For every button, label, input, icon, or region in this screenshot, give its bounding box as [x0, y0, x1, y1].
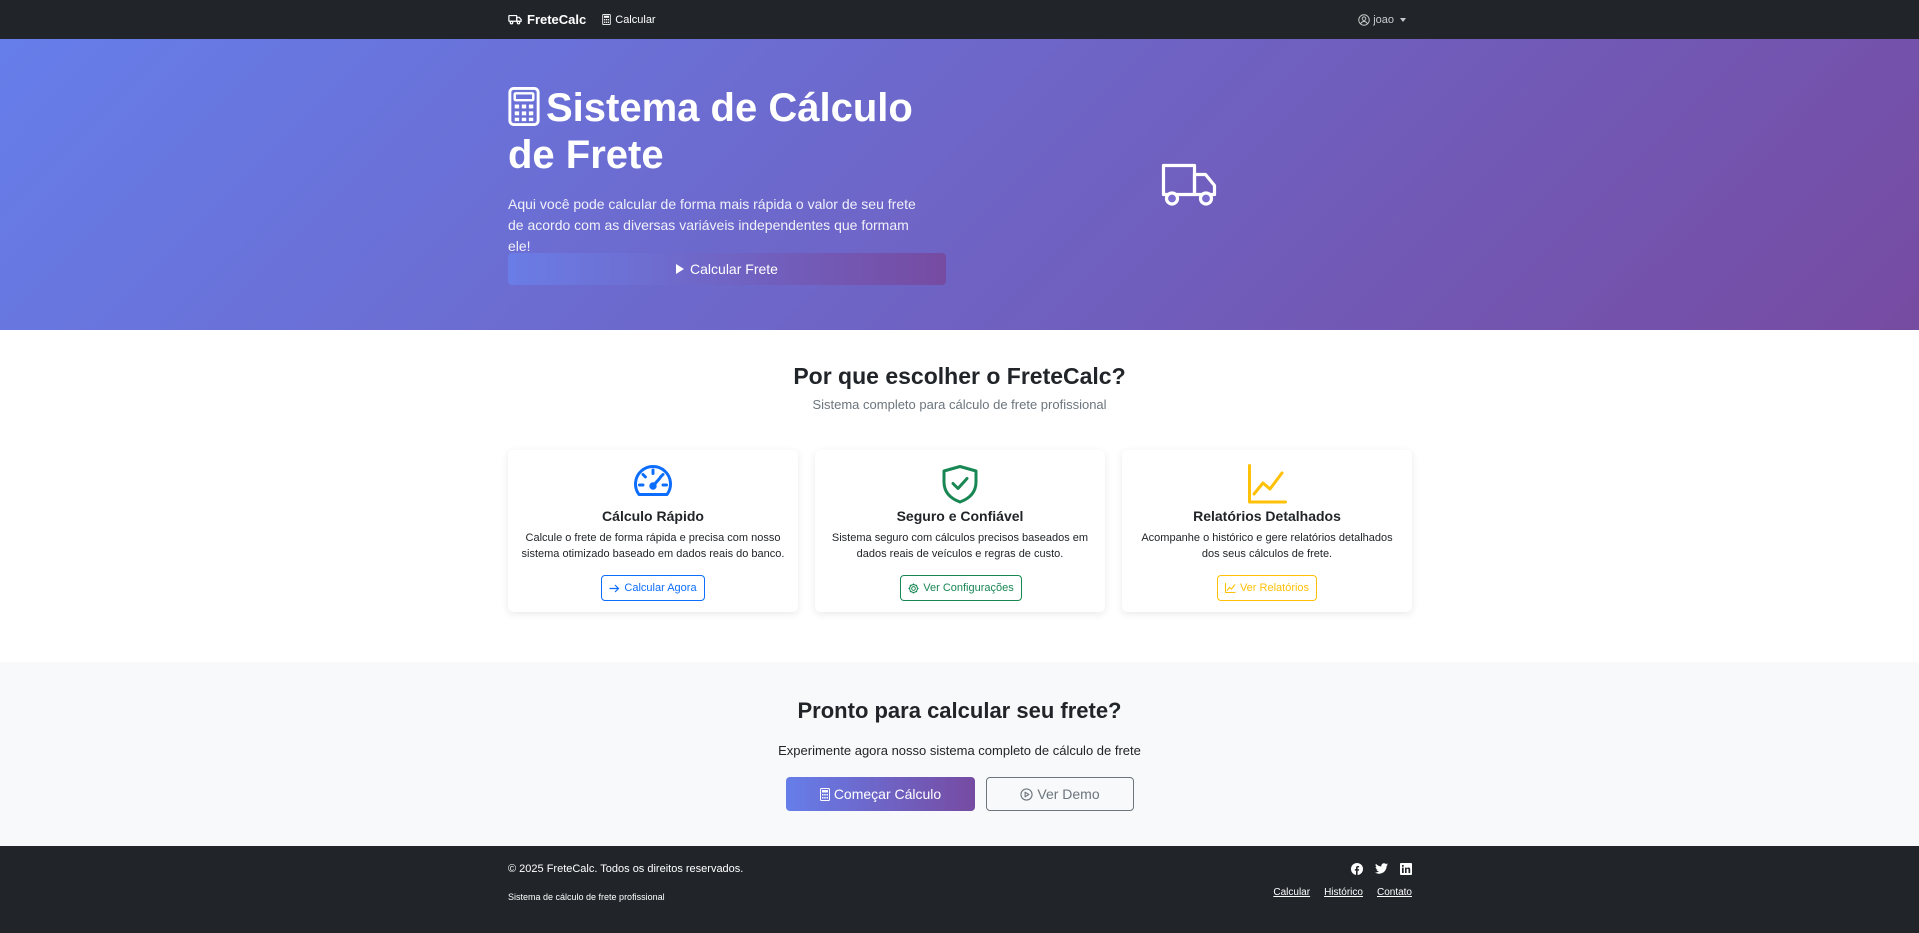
user-dropdown[interactable]: joao	[1358, 14, 1406, 26]
calculator-icon	[819, 787, 834, 801]
truck-icon	[1161, 163, 1219, 209]
feature-card-secure: Seguro e Confiável Sistema seguro com cá…	[815, 450, 1105, 612]
button-label: Ver Demo	[1037, 786, 1100, 802]
hero-section: Sistema de Cálculo de Frete Aqui você po…	[0, 39, 1919, 330]
features-section: Por que escolher o FreteCalc? Sistema co…	[0, 330, 1919, 662]
button-label: Começar Cálculo	[833, 786, 942, 802]
truck-icon	[508, 14, 527, 25]
username: joao	[1373, 13, 1394, 26]
ver-relatorios-button[interactable]: Ver Relatórios	[1217, 575, 1317, 601]
shield-check-icon	[940, 464, 980, 504]
nav-link-calcular[interactable]: Calcular	[602, 13, 656, 26]
calcular-agora-button[interactable]: Calcular Agora	[601, 575, 705, 601]
ver-configuracoes-button[interactable]: Ver Configurações	[900, 575, 1022, 601]
card-text: Calcule o frete de forma rápida e precis…	[521, 532, 785, 560]
footer-link-contato[interactable]: Contato	[1377, 887, 1412, 898]
brand-name: FreteCalc	[527, 12, 587, 27]
nav-link-label: Calcular	[615, 13, 656, 26]
social-links	[1339, 863, 1412, 875]
cta-section: Pronto para calcular seu frete? Experime…	[0, 662, 1919, 846]
button-label: Ver Configurações	[923, 582, 1014, 594]
features-cards: Cálculo Rápido Calcule o frete de forma …	[508, 450, 1412, 612]
button-label: Ver Relatórios	[1239, 582, 1310, 594]
hero-title: Sistema de Cálculo de Frete	[508, 85, 948, 179]
button-label: Calcular Agora	[624, 582, 697, 594]
footer-link-historico[interactable]: Histórico	[1324, 887, 1363, 898]
card-title: Seguro e Confiável	[896, 508, 1024, 524]
card-text: Acompanhe o histórico e gere relatórios …	[1141, 532, 1393, 560]
play-icon	[676, 264, 685, 274]
navbar-container: FreteCalc Calcular joao	[508, 0, 1412, 39]
card-title: Relatórios Detalhados	[1193, 508, 1341, 524]
footer-links: Calcular Histórico Contato	[1259, 887, 1412, 898]
calcular-frete-button[interactable]: Calcular Frete	[508, 253, 946, 285]
twitter-icon[interactable]	[1375, 863, 1388, 875]
navbar: FreteCalc Calcular joao	[0, 0, 1919, 39]
facebook-icon[interactable]	[1351, 863, 1363, 875]
footer-tagline: Sistema de cálculo de frete profissional	[508, 892, 665, 902]
card-text: Sistema seguro com cálculos precisos bas…	[831, 532, 1089, 560]
linkedin-icon[interactable]	[1400, 863, 1412, 875]
features-subtitle: Sistema completo para cálculo de frete p…	[812, 397, 1107, 412]
chevron-down-icon	[1400, 17, 1406, 22]
comecar-calculo-button[interactable]: Começar Cálculo	[786, 777, 975, 811]
ver-demo-button[interactable]: Ver Demo	[986, 777, 1134, 811]
hero-title-text: Sistema de Cálculo de Frete	[508, 86, 913, 177]
cta-title: Pronto para calcular seu frete?	[797, 698, 1122, 723]
brand-link[interactable]: FreteCalc	[508, 12, 586, 27]
footer: © 2025 FreteCalc. Todos os direitos rese…	[0, 846, 1919, 933]
play-circle-icon	[1020, 787, 1037, 801]
calculator-icon	[508, 85, 546, 132]
feature-card-reports: Relatórios Detalhados Acompanhe o histór…	[1122, 450, 1412, 612]
card-title: Cálculo Rápido	[602, 508, 704, 524]
user-circle-icon	[1358, 13, 1373, 26]
arrow-right-icon	[609, 584, 624, 593]
calculator-icon	[602, 14, 615, 25]
footer-container: © 2025 FreteCalc. Todos os direitos rese…	[508, 846, 1412, 933]
copyright: © 2025 FreteCalc. Todos os direitos rese…	[508, 863, 744, 875]
hero-description: Aqui você pode calcular de forma mais rá…	[508, 196, 916, 254]
button-label: Calcular Frete	[690, 261, 778, 277]
features-title: Por que escolher o FreteCalc?	[793, 363, 1126, 389]
graph-up-icon	[1224, 583, 1240, 593]
hero-container: Sistema de Cálculo de Frete Aqui você po…	[508, 39, 1412, 330]
speedometer-icon	[633, 464, 673, 498]
gear-icon	[908, 582, 923, 594]
feature-card-fast: Cálculo Rápido Calcule o frete de forma …	[508, 450, 798, 612]
footer-link-calcular[interactable]: Calcular	[1273, 887, 1310, 898]
graph-up-icon	[1247, 464, 1287, 504]
cta-subtitle: Experimente agora nosso sistema completo…	[778, 743, 1141, 758]
